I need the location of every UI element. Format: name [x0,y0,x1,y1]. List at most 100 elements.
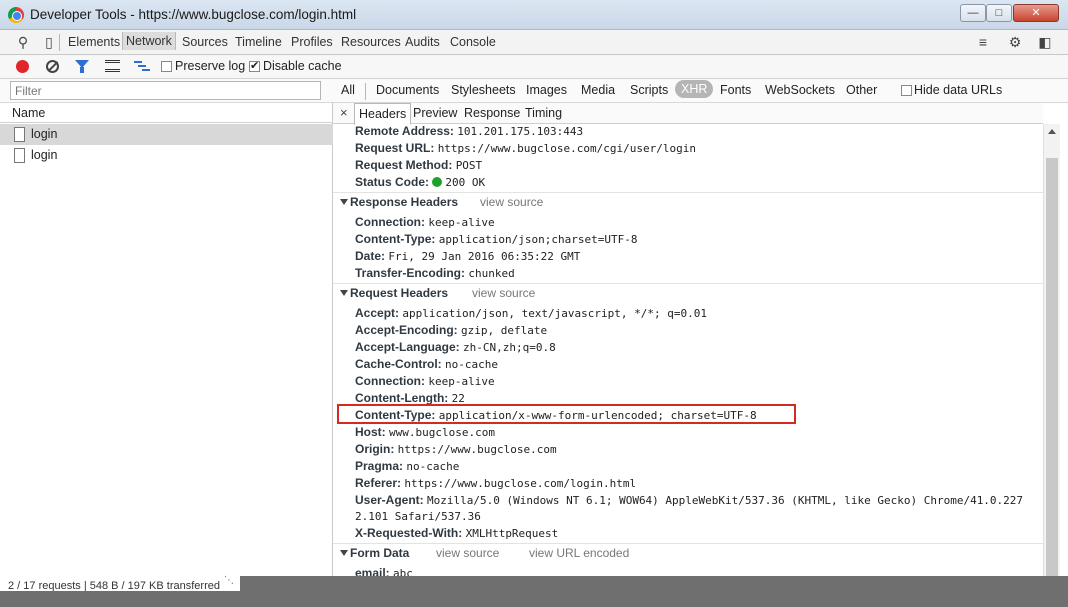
hide-data-urls-label: Hide data URLs [914,83,1003,97]
resize-grip-icon[interactable]: ⋱ [224,575,238,589]
status-ok-icon [432,177,443,187]
devtools-tabbar: ⚲ ▯ Elements Network Sources Timeline Pr… [0,30,1068,55]
request-row[interactable]: login [0,145,333,166]
filter-other[interactable]: Other [846,83,877,97]
form-data-toggle[interactable]: Form Data [340,546,409,560]
tab-console[interactable]: Console [450,35,496,49]
request-header-row: Accept-Language: zh-CN,zh;q=0.8 [355,340,556,354]
tab-audits[interactable]: Audits [405,35,440,49]
tab-timeline[interactable]: Timeline [235,35,282,49]
response-header-row: Transfer-Encoding: chunked [355,266,515,280]
file-icon [14,148,25,163]
expand-triangle-icon [340,290,348,296]
request-detail-pane: × Headers Preview Response Timing Remote… [333,103,1043,576]
preserve-log-checkbox[interactable] [161,61,172,72]
request-header-row: X-Requested-With: XMLHttpRequest [355,526,559,540]
filter-scripts[interactable]: Scripts [630,83,668,97]
scroll-up-arrow-icon[interactable] [1048,129,1056,134]
window-title: Developer Tools - https://www.bugclose.c… [30,7,357,22]
hide-data-urls-checkbox[interactable] [901,85,912,96]
form-view-url-encoded-link[interactable]: view URL encoded [529,546,629,560]
maximize-button[interactable]: □ [986,4,1012,22]
filter-bar: All Documents Stylesheets Images Media S… [0,79,1068,103]
general-header-row: Request URL: https://www.bugclose.com/cg… [355,141,696,155]
filter-stylesheets[interactable]: Stylesheets [451,83,516,97]
expand-triangle-icon [340,199,348,205]
request-header-row: Accept-Encoding: gzip, deflate [355,323,548,337]
general-header-row: Remote Address: 101.201.175.103:443 [355,124,584,138]
response-headers-toggle[interactable]: Response Headers [340,195,458,209]
large-rows-icon[interactable] [105,60,120,72]
tab-timing[interactable]: Timing [525,106,562,120]
request-header-row: Referer: https://www.bugclose.com/login.… [355,476,637,490]
request-header-row: Content-Length: 22 [355,391,465,405]
filter-documents[interactable]: Documents [376,83,439,97]
tab-preview[interactable]: Preview [413,106,457,120]
close-window-button[interactable]: ✕ [1013,4,1059,22]
tab-response[interactable]: Response [464,106,520,120]
request-name: login [31,127,58,141]
request-name: login [31,148,58,162]
general-header-row: Request Method: POST [355,158,483,172]
name-column-label: Name [12,106,46,120]
tab-profiles[interactable]: Profiles [291,35,333,49]
filter-fonts[interactable]: Fonts [720,83,751,97]
request-header-row: Host: www.bugclose.com [355,425,495,439]
toolbar-divider [59,34,60,51]
request-row[interactable]: login [0,124,333,145]
request-view-source-link[interactable]: view source [472,286,535,300]
record-icon[interactable] [16,60,29,73]
filter-input[interactable] [10,81,321,100]
request-header-row: Cache-Control: no-cache [355,357,498,371]
settings-gear-icon[interactable]: ⚙ [1006,34,1024,51]
filter-divider [365,83,366,100]
form-view-source-link[interactable]: view source [436,546,499,560]
filter-media[interactable]: Media [581,83,615,97]
tab-elements[interactable]: Elements [68,35,120,49]
expand-triangle-icon [340,550,348,556]
content-type-highlight-box [337,404,796,424]
minimize-button[interactable]: — [960,4,986,22]
section-divider [333,543,1043,544]
request-list: Name login login [0,103,333,576]
device-mode-icon[interactable]: ▯ [40,34,58,51]
section-divider [333,192,1043,193]
drawer-toggle-icon[interactable]: ≡ [974,34,992,51]
user-agent-continuation: 2.101 Safari/537.36 [355,510,481,523]
inspect-search-icon[interactable]: ⚲ [14,34,32,51]
filter-xhr[interactable]: XHR [675,80,714,98]
overview-waterfall-icon[interactable] [134,60,150,72]
scrollbar-thumb[interactable] [1046,158,1058,576]
dock-side-icon[interactable]: ◧ [1036,34,1054,51]
request-header-row: Pragma: no-cache [355,459,460,473]
response-header-row: Connection: keep-alive [355,215,495,229]
tab-network[interactable]: Network [122,32,176,50]
file-icon [14,127,25,142]
request-header-row: Accept: application/json, text/javascrip… [355,306,707,320]
disable-cache-checkbox[interactable] [249,59,260,72]
request-header-row: Origin: https://www.bugclose.com [355,442,557,456]
response-header-row: Content-Type: application/json;charset=U… [355,232,638,246]
section-divider [333,283,1043,284]
network-toolbar: Preserve log Disable cache [0,55,1068,79]
disable-cache-label: Disable cache [263,59,342,73]
clear-icon[interactable] [46,60,59,73]
window-bottom-edge [0,591,240,607]
chrome-logo-icon [8,7,24,23]
tab-headers[interactable]: Headers [354,103,412,125]
user-agent-row: User-Agent: Mozilla/5.0 (Windows NT 6.1;… [355,493,1024,507]
tab-resources[interactable]: Resources [341,35,401,49]
preserve-log-label: Preserve log [175,59,246,73]
filter-websockets[interactable]: WebSockets [765,83,835,97]
request-headers-toggle[interactable]: Request Headers [340,286,448,300]
filter-all[interactable]: All [341,83,355,97]
tab-sources[interactable]: Sources [182,35,228,49]
filter-funnel-icon[interactable] [75,60,89,73]
detail-scrollbar[interactable] [1043,124,1060,576]
filter-images[interactable]: Images [526,83,567,97]
close-detail-icon[interactable]: × [340,105,348,120]
response-view-source-link[interactable]: view source [480,195,543,209]
window-titlebar: Developer Tools - https://www.bugclose.c… [0,0,1068,30]
window-bottom-edge [240,576,1068,607]
name-column-header[interactable]: Name [0,103,333,123]
